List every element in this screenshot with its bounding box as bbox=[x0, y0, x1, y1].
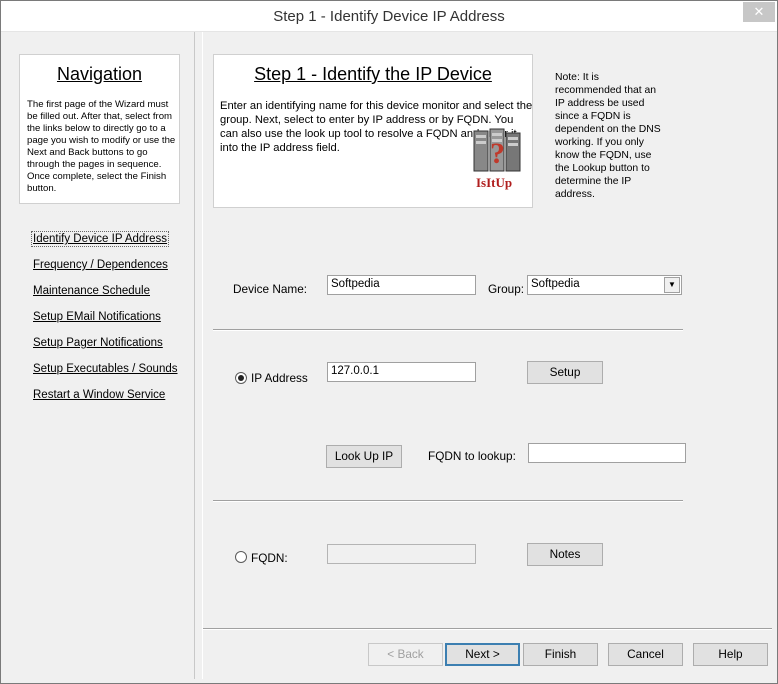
isitup-logo-icon: ? IsItUp bbox=[473, 128, 521, 190]
nav-link-identify-device-ip[interactable]: Identify Device IP Address bbox=[30, 231, 170, 247]
fqdn-label: FQDN: bbox=[251, 551, 288, 565]
fqdn-radio[interactable] bbox=[235, 551, 247, 563]
divider-footer bbox=[203, 628, 772, 630]
navigation-panel: Navigation The first page of the Wizard … bbox=[9, 32, 195, 679]
ip-address-input[interactable]: 127.0.0.1 bbox=[327, 362, 476, 382]
group-label: Group: bbox=[488, 282, 525, 296]
divider-top bbox=[213, 329, 683, 331]
group-select[interactable]: Softpedia ▼ bbox=[527, 275, 682, 295]
back-button[interactable]: < Back bbox=[368, 643, 443, 666]
step-info-box: Step 1 - Identify the IP Device Enter an… bbox=[213, 54, 533, 208]
fqdn-lookup-label: FQDN to lookup: bbox=[428, 449, 516, 463]
fqdn-lookup-input[interactable] bbox=[528, 443, 686, 463]
notes-button[interactable]: Notes bbox=[527, 543, 603, 566]
content-panel: Step 1 - Identify the IP Device Enter an… bbox=[202, 32, 772, 679]
wizard-body: Navigation The first page of the Wizard … bbox=[9, 32, 772, 679]
title-bar: Step 1 - Identify Device IP Address ✕ bbox=[1, 1, 777, 32]
chevron-down-icon[interactable]: ▼ bbox=[664, 277, 680, 293]
help-button[interactable]: Help bbox=[693, 643, 768, 666]
group-select-value: Softpedia bbox=[531, 278, 580, 290]
nav-link-frequency-dependences[interactable]: Frequency / Dependences bbox=[33, 259, 168, 271]
window-title: Step 1 - Identify Device IP Address bbox=[273, 8, 505, 25]
step-title: Step 1 - Identify the IP Device bbox=[254, 64, 492, 84]
navigation-title: Navigation bbox=[56, 64, 143, 84]
ip-address-label: IP Address bbox=[251, 371, 308, 385]
lookup-ip-button[interactable]: Look Up IP bbox=[326, 445, 402, 468]
nav-link-maintenance-schedule[interactable]: Maintenance Schedule bbox=[33, 285, 150, 297]
wizard-window: Step 1 - Identify Device IP Address ✕ Na… bbox=[0, 0, 778, 684]
svg-text:?: ? bbox=[490, 137, 505, 170]
divider-bottom bbox=[213, 500, 683, 502]
navigation-info-box: Navigation The first page of the Wizard … bbox=[19, 54, 180, 204]
close-icon[interactable]: ✕ bbox=[743, 2, 775, 22]
device-name-label: Device Name: bbox=[233, 282, 308, 296]
navigation-description: The first page of the Wizard must be fil… bbox=[27, 99, 176, 194]
nav-link-pager-notifications[interactable]: Setup Pager Notifications bbox=[33, 337, 163, 349]
next-button[interactable]: Next > bbox=[445, 643, 520, 666]
nav-link-executables-sounds[interactable]: Setup Executables / Sounds bbox=[33, 363, 178, 375]
fqdn-input[interactable] bbox=[327, 544, 476, 564]
device-name-input[interactable]: Softpedia bbox=[327, 275, 476, 295]
ip-note: Note: It is recommended that an IP addre… bbox=[555, 72, 661, 200]
nav-link-email-notifications[interactable]: Setup EMail Notifications bbox=[33, 311, 161, 323]
finish-button[interactable]: Finish bbox=[523, 643, 598, 666]
cancel-button[interactable]: Cancel bbox=[608, 643, 683, 666]
setup-button[interactable]: Setup bbox=[527, 361, 603, 384]
ip-address-radio[interactable] bbox=[235, 372, 247, 384]
logo-text: IsItUp bbox=[476, 175, 512, 190]
nav-link-restart-window-service[interactable]: Restart a Window Service bbox=[33, 389, 165, 401]
